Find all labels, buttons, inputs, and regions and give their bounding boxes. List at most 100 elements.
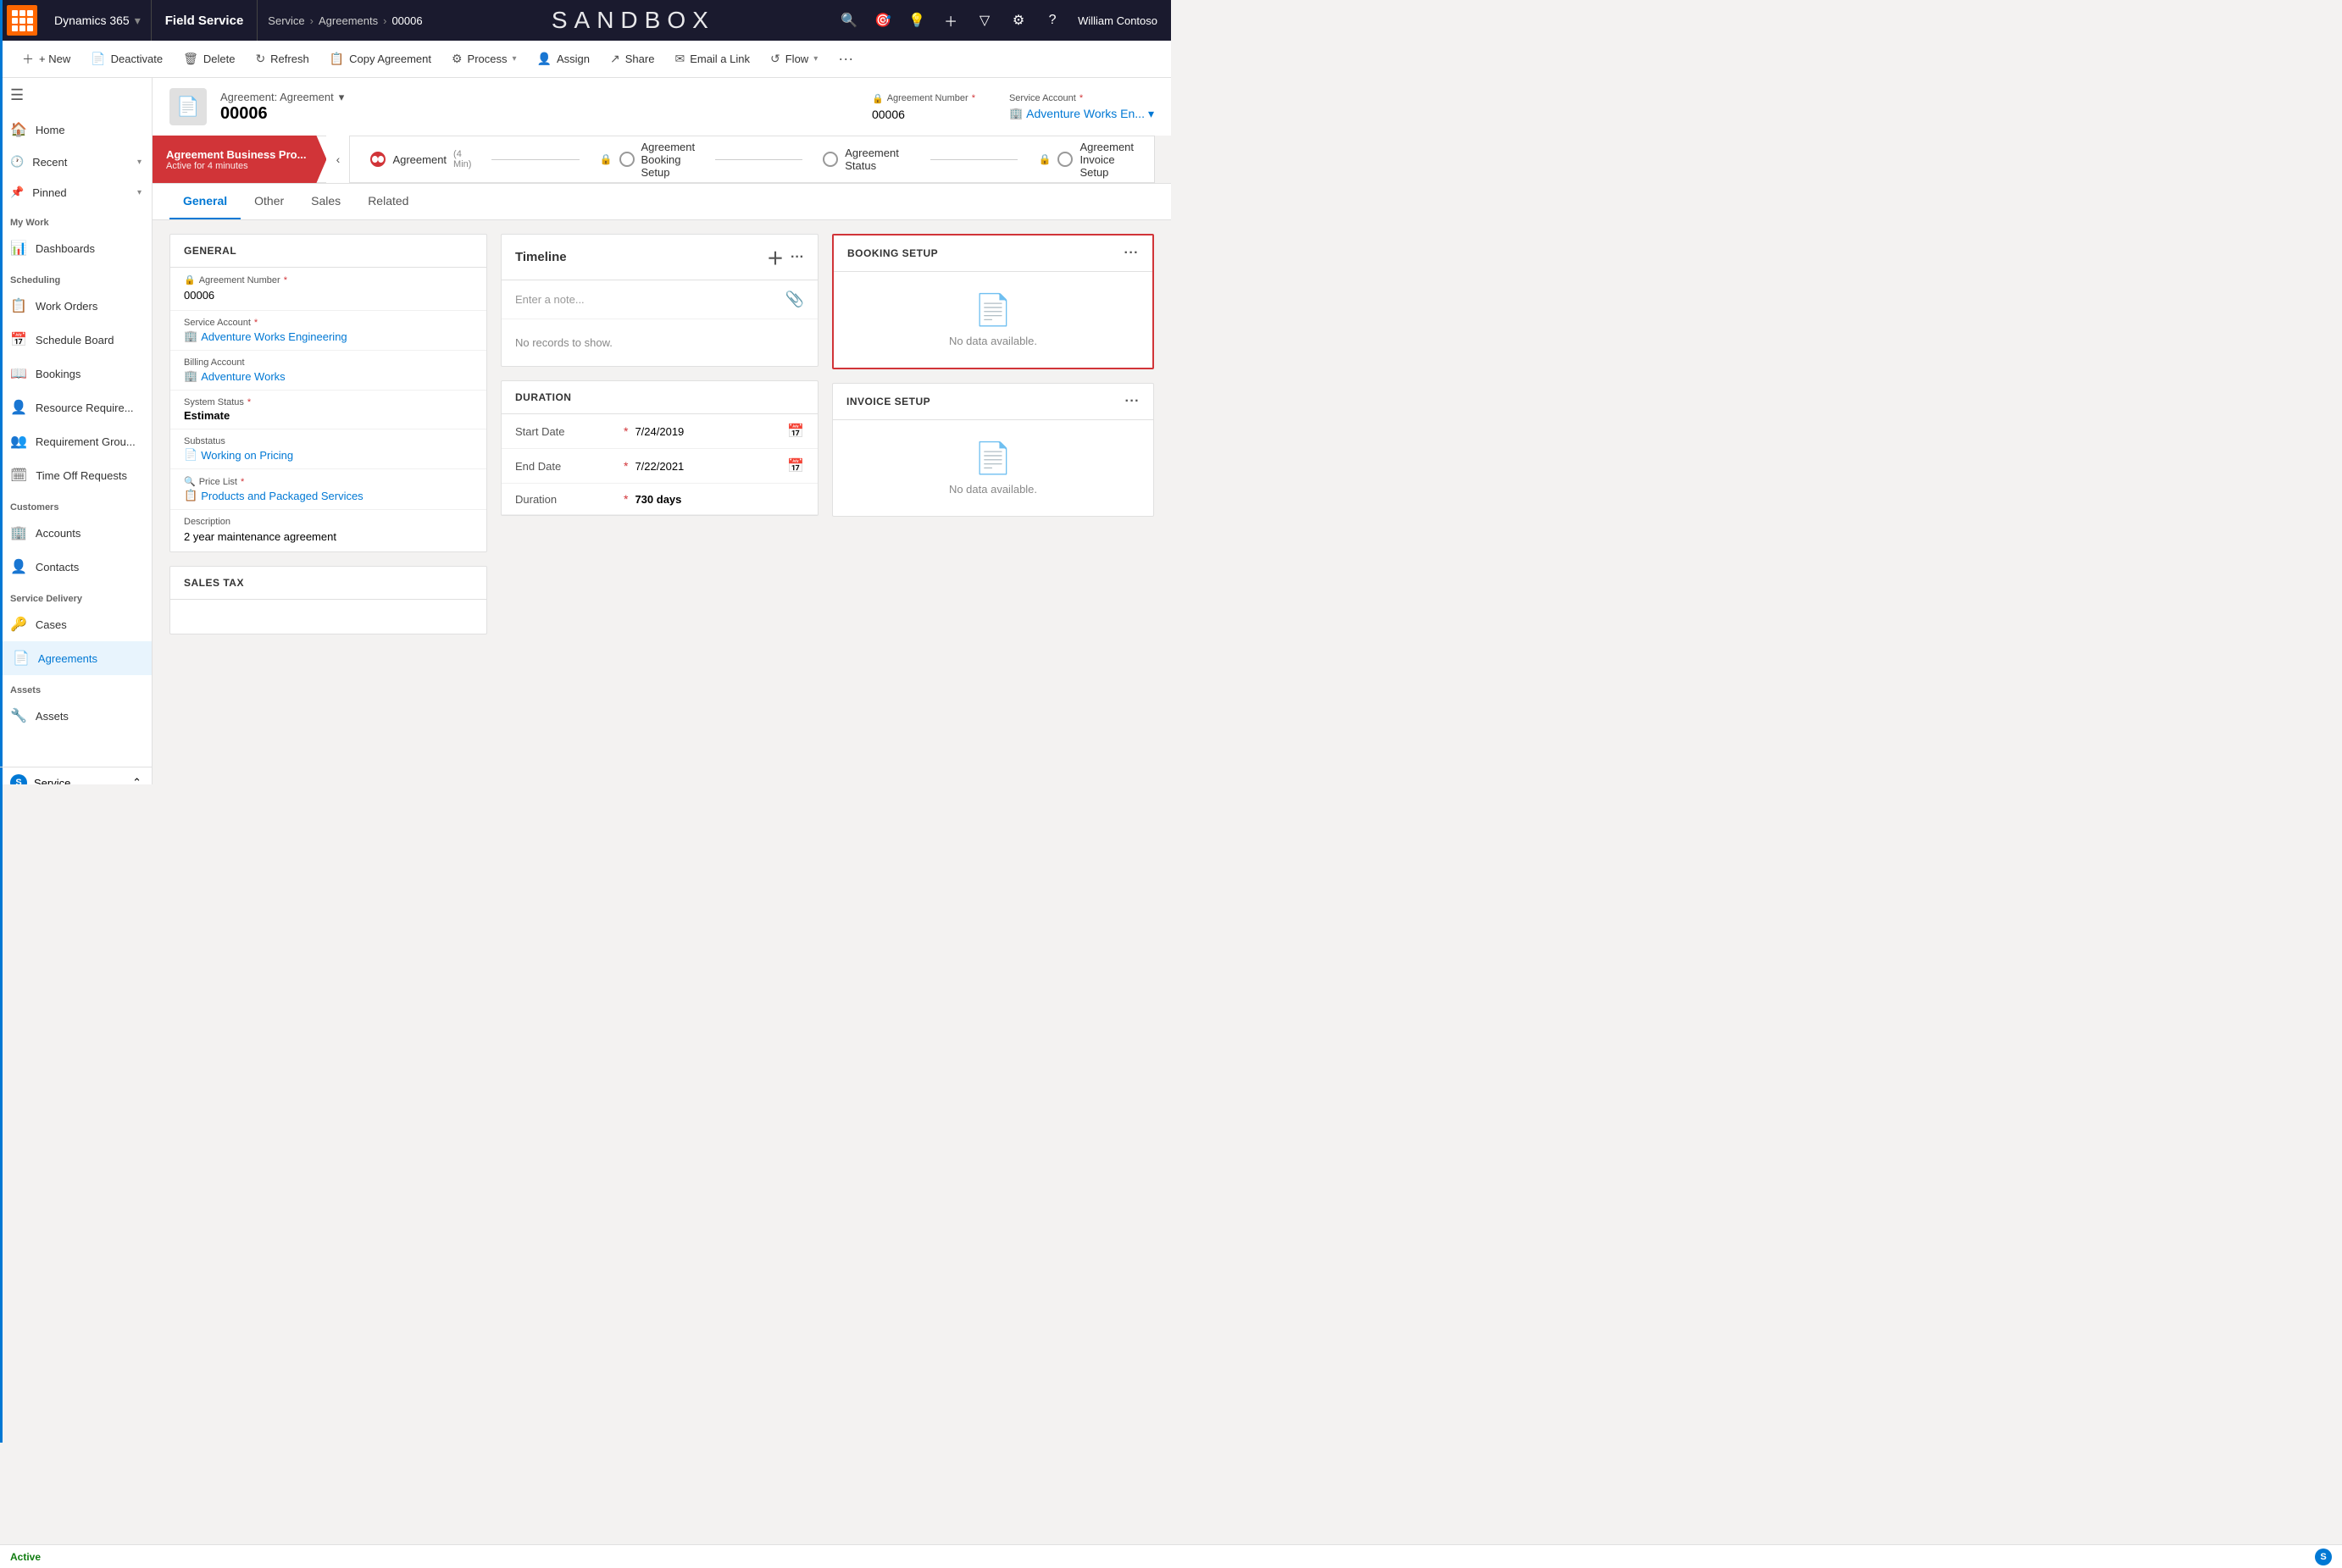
main-content: 📄 Agreement: Agreement ▾ 00006 🔒 Agreeme…	[153, 78, 1171, 784]
deactivate-button[interactable]: 📄 Deactivate	[82, 46, 171, 73]
breadcrumb-agreements[interactable]: Agreements	[319, 14, 378, 27]
add-button[interactable]: ＋	[935, 5, 966, 36]
sidebar-item-cases[interactable]: 🔑 Cases	[0, 607, 152, 641]
refresh-button[interactable]: ↻ Refresh	[247, 46, 317, 73]
booking-setup-more[interactable]: ···	[1124, 246, 1139, 261]
field-value-description[interactable]: 2 year maintenance agreement	[184, 529, 473, 545]
sidebar-item-label: Home	[36, 124, 65, 136]
sidebar-bottom-label: Service	[34, 777, 70, 785]
flow-icon: ↺	[770, 52, 780, 66]
sidebar-item-pinned[interactable]: 📌 Pinned ▾	[0, 177, 152, 208]
new-button[interactable]: ＋ + New	[14, 46, 79, 73]
timeline-placeholder[interactable]: Enter a note...	[515, 293, 585, 306]
filter-icon[interactable]: ▽	[969, 5, 1000, 36]
process-stage-status[interactable]: Agreement Status	[802, 136, 930, 183]
sidebar-item-work-orders[interactable]: 📋 Work Orders	[0, 289, 152, 323]
field-value-substatus[interactable]: 📄 Working on Pricing	[184, 448, 473, 462]
service-account-chevron: ▾	[1148, 107, 1154, 121]
sidebar-item-recent[interactable]: 🕐 Recent ▾	[0, 147, 152, 177]
record-title-area: Agreement: Agreement ▾ 00006	[220, 91, 858, 124]
stage-circle-2	[619, 152, 635, 167]
sidebar-item-contacts[interactable]: 👤 Contacts	[0, 550, 152, 584]
more-button[interactable]: ···	[830, 46, 862, 73]
invoice-setup-more[interactable]: ···	[1125, 394, 1140, 409]
user-area[interactable]: William Contoso	[1071, 0, 1164, 41]
record-icon: 📄	[169, 88, 207, 125]
process-button[interactable]: ⚙ Process ▾	[443, 46, 525, 73]
process-chevron: ▾	[513, 54, 517, 64]
entity-chevron[interactable]: ▾	[339, 91, 345, 104]
service-account-value[interactable]: 🏢 Adventure Works En... ▾	[1009, 107, 1154, 121]
end-date-calendar[interactable]: 📅	[787, 457, 804, 474]
breadcrumb-record: 00006	[391, 14, 422, 27]
field-value-price-list[interactable]: 📋 Products and Packaged Services	[184, 489, 473, 502]
share-button[interactable]: ↗ Share	[602, 46, 663, 73]
field-substatus: Substatus 📄 Working on Pricing	[170, 429, 486, 469]
top-navigation: Dynamics 365 ▾ Field Service Service › A…	[0, 0, 1171, 41]
settings-icon[interactable]: 🎯	[868, 5, 898, 36]
sidebar-item-dashboards[interactable]: 📊 Dashboards	[0, 231, 152, 265]
assign-button[interactable]: 👤 Assign	[529, 46, 598, 73]
sidebar-item-agreements[interactable]: 📄 Agreements	[0, 641, 152, 675]
delete-button[interactable]: 🗑 Delete	[175, 46, 243, 73]
question-icon[interactable]: ?	[1037, 5, 1068, 36]
sidebar-item-accounts[interactable]: 🏢 Accounts	[0, 516, 152, 550]
sidebar-item-home[interactable]: 🏠 Home	[0, 113, 152, 147]
end-date-value[interactable]: 7/22/2021	[635, 460, 780, 473]
stage-circle-1	[370, 152, 386, 167]
field-value-billing-account[interactable]: 🏢 Adventure Works	[184, 369, 473, 383]
sidebar-item-label: Dashboards	[36, 242, 95, 255]
timeline-add-button[interactable]: ＋	[767, 245, 784, 269]
timeline-more-button[interactable]: ···	[791, 250, 804, 265]
tab-general[interactable]: General	[169, 184, 241, 219]
dynamics-label: Dynamics 365	[54, 14, 130, 27]
accounts-icon: 🏢	[10, 524, 27, 541]
process-stage-invoice[interactable]: 🔒 Agreement Invoice Setup	[1018, 136, 1154, 183]
field-value-system-status[interactable]: Estimate	[184, 409, 473, 422]
general-panel: GENERAL 🔒 Agreement Number * 00006 Servi…	[169, 234, 487, 552]
sidebar-item-label: Recent	[32, 156, 67, 169]
search-button[interactable]: 🔍	[834, 5, 864, 36]
help-icon[interactable]: 💡	[902, 5, 932, 36]
sidebar-item-label: Agreements	[38, 652, 97, 665]
sidebar-item-resource-require[interactable]: 👤 Resource Require...	[0, 391, 152, 424]
sidebar-item-assets[interactable]: 🔧 Assets	[0, 699, 152, 733]
field-description: Description 2 year maintenance agreement	[170, 510, 486, 551]
share-icon: ↗	[610, 52, 620, 66]
tabs-bar: General Other Sales Related	[153, 184, 1171, 220]
sidebar-item-requirement-group[interactable]: 👥 Requirement Grou...	[0, 424, 152, 458]
active-stage-flag[interactable]: Agreement Business Pro... Active for 4 m…	[153, 136, 326, 183]
duration-value[interactable]: 730 days	[635, 493, 681, 506]
general-panel-header: GENERAL	[170, 235, 486, 268]
gear-icon[interactable]: ⚙	[1003, 5, 1034, 36]
sidebar-item-bookings[interactable]: 📖 Bookings	[0, 357, 152, 391]
sidebar-item-schedule-board[interactable]: 📅 Schedule Board	[0, 323, 152, 357]
field-label-description: Description	[184, 517, 473, 527]
sidebar-toggle[interactable]: ☰	[0, 78, 152, 113]
start-date-calendar[interactable]: 📅	[787, 423, 804, 440]
tab-related[interactable]: Related	[354, 184, 422, 219]
tab-sales[interactable]: Sales	[297, 184, 354, 219]
process-stage-agreement[interactable]: Agreement (4 Min)	[350, 136, 491, 183]
field-value-agreement-number[interactable]: 00006	[184, 287, 473, 303]
start-date-value[interactable]: 7/24/2019	[635, 425, 780, 438]
sidebar-item-time-off[interactable]: 🗓 Time Off Requests	[0, 458, 152, 492]
tab-other[interactable]: Other	[241, 184, 297, 219]
field-value-service-account[interactable]: 🏢 Adventure Works Engineering	[184, 330, 473, 343]
dynamics-app-switcher[interactable]: Dynamics 365 ▾	[44, 0, 152, 41]
section-service-delivery: Service Delivery	[0, 584, 152, 607]
flow-button[interactable]: ↺ Flow ▾	[762, 46, 826, 73]
breadcrumb-service[interactable]: Service	[268, 14, 304, 27]
sidebar-bottom-service[interactable]: S Service ⌃	[0, 767, 152, 784]
timeline-attach-icon[interactable]: 📎	[785, 291, 804, 308]
process-nav-back[interactable]: ‹	[326, 136, 350, 183]
email-link-button[interactable]: ✉ Email a Link	[666, 46, 758, 73]
timeline-empty: No records to show.	[502, 319, 818, 366]
sidebar-item-label: Requirement Grou...	[36, 435, 136, 448]
field-price-list: 🔍 Price List * 📋 Products and Packaged S…	[170, 469, 486, 510]
copy-agreement-button[interactable]: 📋 Copy Agreement	[321, 46, 440, 73]
agreement-number-group: 🔒 Agreement Number * 00006	[872, 93, 975, 121]
process-stage-booking[interactable]: 🔒 Agreement Booking Setup	[580, 136, 716, 183]
waffle-menu[interactable]	[7, 5, 37, 36]
resource-icon: 👤	[10, 399, 27, 416]
